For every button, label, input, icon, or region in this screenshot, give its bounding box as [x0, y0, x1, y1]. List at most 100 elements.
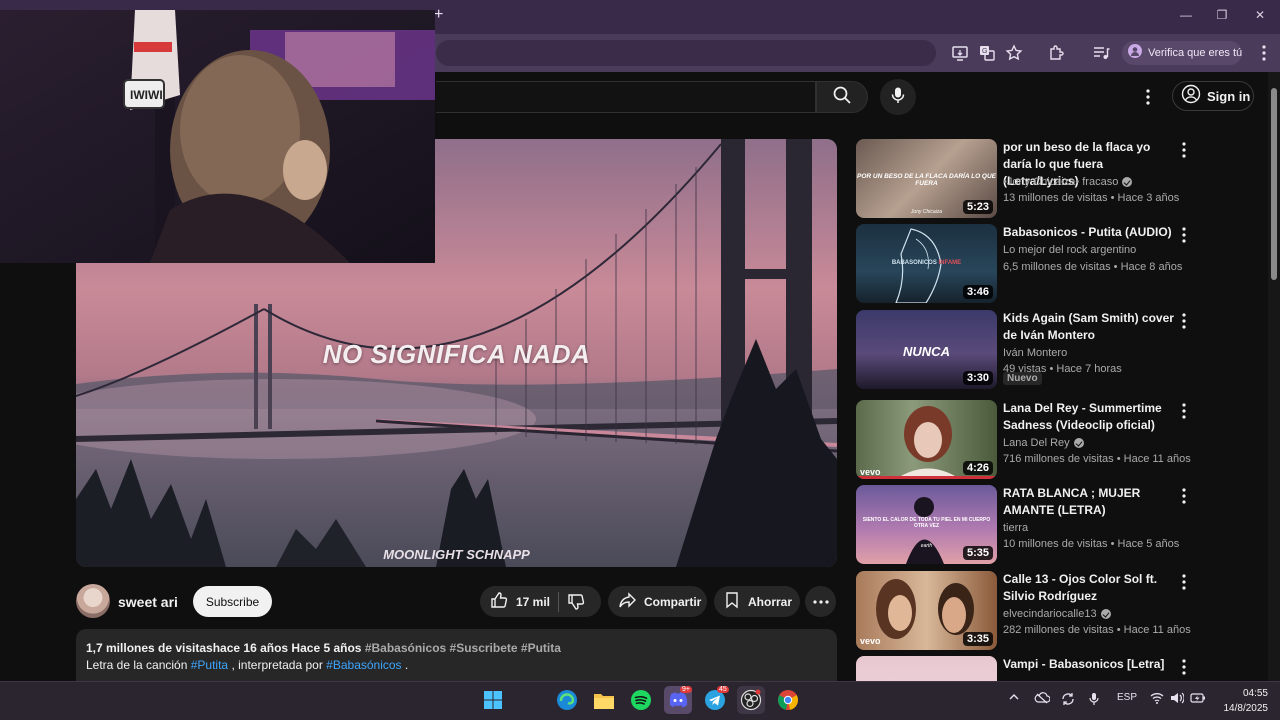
- minimize-icon[interactable]: —: [1176, 8, 1196, 26]
- sign-in-button[interactable]: Sign in: [1172, 81, 1254, 111]
- save-button[interactable]: Ahorrar: [714, 586, 800, 617]
- video-thumbnail[interactable]: POR UN BESO DE LA FLACA DARÍA LO QUE FUE…: [856, 139, 997, 218]
- telegram-icon[interactable]: 45: [701, 686, 729, 714]
- kebab-menu-icon[interactable]: [1178, 573, 1190, 591]
- windows-start-icon[interactable]: [479, 686, 507, 714]
- volume-icon[interactable]: [1170, 692, 1185, 707]
- kebab-menu-icon[interactable]: [1178, 487, 1190, 505]
- new-badge: Nuevo: [1003, 372, 1042, 385]
- video-duration: 4:26: [962, 461, 993, 475]
- thumbnail-text: BABASONICOS INFAME: [891, 260, 962, 266]
- scrollbar-thumb[interactable]: [1271, 88, 1277, 280]
- video-thumbnail[interactable]: [856, 656, 997, 681]
- kebab-menu-icon[interactable]: [1178, 226, 1190, 244]
- bookmark-star-icon[interactable]: [1004, 43, 1024, 63]
- wifi-icon[interactable]: [1150, 692, 1164, 707]
- channel-avatar[interactable]: [76, 584, 110, 618]
- kebab-menu-icon[interactable]: [1178, 312, 1190, 330]
- subscribe-button[interactable]: Subscribe: [193, 586, 272, 617]
- video-thumbnail[interactable]: BABASONICOS INFAME 3:46: [856, 224, 997, 303]
- clock-date[interactable]: 14/8/2025: [1218, 703, 1269, 714]
- kebab-menu-icon[interactable]: [1178, 141, 1190, 159]
- video-title[interactable]: Lana Del Rey - Summertime Sadness (Video…: [1003, 400, 1175, 434]
- video-duration: 3:35: [962, 632, 993, 646]
- settings-more-icon[interactable]: [1138, 85, 1158, 109]
- translate-icon[interactable]: G: [977, 43, 997, 63]
- chrome-icon[interactable]: [774, 686, 802, 714]
- share-icon: [618, 591, 636, 612]
- description-line-2: Letra de la canción #Putita , interpreta…: [86, 657, 827, 674]
- channel-name[interactable]: sweet ari: [118, 594, 178, 610]
- hashtag-link-putita[interactable]: #Putita: [191, 658, 228, 672]
- like-dislike-group: 17 mil: [480, 586, 601, 617]
- video-thumbnail[interactable]: vevo 4:26: [856, 400, 997, 479]
- video-thumbnail[interactable]: vevo 3:35: [856, 571, 997, 650]
- verified-icon: [1073, 438, 1084, 448]
- video-channel[interactable]: Lo mejor del rock argentino: [1003, 244, 1136, 256]
- description-text: , interpretada por: [228, 658, 327, 672]
- microphone-icon: [889, 86, 907, 109]
- voice-search-button[interactable]: [880, 79, 916, 115]
- show-hidden-icons[interactable]: [1008, 692, 1020, 705]
- obs-icon[interactable]: [737, 686, 765, 714]
- video-channel[interactable]: Iván Montero: [1003, 347, 1067, 359]
- maximize-icon[interactable]: ❐: [1212, 8, 1232, 26]
- related-video-item[interactable]: Vampi - Babasonicos [Letra]: [856, 656, 1196, 681]
- install-app-icon[interactable]: [950, 43, 970, 63]
- related-video-item[interactable]: POR UN BESO DE LA FLACA DARÍA LO QUE FUE…: [856, 139, 1196, 219]
- video-title[interactable]: RATA BLANCA ; MUJER AMANTE (LETRA): [1003, 485, 1175, 519]
- address-bar[interactable]: [436, 40, 936, 66]
- more-horizontal-icon: [812, 599, 829, 604]
- profile-icon: [1128, 43, 1142, 63]
- browser-menu-icon[interactable]: [1254, 43, 1274, 63]
- video-thumbnail[interactable]: SIENTO EL CALOR DE TODA TU PIEL EN MI CU…: [856, 485, 997, 564]
- webcam-overlay: IWIWI: [0, 10, 435, 263]
- verify-profile-button[interactable]: Verifica que eres tú: [1122, 41, 1242, 65]
- video-channel[interactable]: elvecindariocalle13: [1003, 608, 1111, 620]
- video-channel[interactable]: tierra: [1003, 522, 1028, 534]
- video-description[interactable]: 1,7 millones de visitashace 16 años Hace…: [76, 629, 837, 681]
- video-title[interactable]: Kids Again (Sam Smith) cover de Iván Mon…: [1003, 310, 1175, 344]
- kebab-menu-icon[interactable]: [1178, 658, 1190, 676]
- spotify-icon[interactable]: [627, 686, 655, 714]
- video-channel[interactable]: •Jony Chicaiza• fracaso: [1003, 176, 1133, 188]
- svg-text:G: G: [982, 48, 987, 55]
- description-text: .: [401, 658, 409, 672]
- video-title[interactable]: Calle 13 - Ojos Color Sol ft. Silvio Rod…: [1003, 571, 1175, 605]
- like-button[interactable]: 17 mil: [480, 586, 550, 617]
- battery-icon[interactable]: [1190, 692, 1206, 707]
- search-input[interactable]: [436, 81, 816, 113]
- video-title[interactable]: Vampi - Babasonicos [Letra]: [1003, 656, 1175, 673]
- discord-icon[interactable]: 9+: [664, 686, 692, 714]
- sync-icon[interactable]: [1061, 692, 1075, 709]
- video-title[interactable]: Babasonicos - Putita (AUDIO): [1003, 224, 1175, 241]
- input-language[interactable]: ESP: [1117, 692, 1137, 703]
- related-video-item[interactable]: BABASONICOS INFAME 3:46 Babasonicos - Pu…: [856, 224, 1196, 304]
- media-control-icon[interactable]: [1091, 43, 1111, 63]
- search-button[interactable]: [816, 81, 868, 113]
- new-tab-button[interactable]: +: [434, 6, 450, 26]
- clock-time[interactable]: 04:55: [1228, 688, 1268, 699]
- video-watermark: MOONLIGHT SCHNAPP: [383, 547, 530, 562]
- extensions-icon[interactable]: [1046, 43, 1066, 63]
- related-video-item[interactable]: NUNCA 3:30 Kids Again (Sam Smith) cover …: [856, 310, 1196, 390]
- video-thumbnail[interactable]: NUNCA 3:30: [856, 310, 997, 389]
- hashtag-link-babasonicos[interactable]: #Babasónicos: [326, 658, 401, 672]
- onedrive-icon[interactable]: [1034, 692, 1051, 707]
- related-video-item[interactable]: vevo 4:26 Lana Del Rey - Summertime Sadn…: [856, 400, 1196, 480]
- thumbnail-text: POR UN BESO DE LA FLACA DARÍA LO QUE FUE…: [856, 173, 997, 187]
- kebab-menu-icon[interactable]: [1178, 402, 1190, 420]
- close-window-icon[interactable]: ✕: [1250, 8, 1270, 26]
- file-explorer-icon[interactable]: [590, 686, 618, 714]
- microphone-tray-icon[interactable]: [1088, 692, 1100, 709]
- related-video-item[interactable]: SIENTO EL CALOR DE TODA TU PIEL EN MI CU…: [856, 485, 1196, 565]
- watched-progress: [856, 476, 997, 479]
- share-button[interactable]: Compartir: [608, 586, 707, 617]
- more-actions-button[interactable]: [805, 586, 836, 617]
- dislike-button[interactable]: [567, 586, 593, 617]
- vevo-logo: vevo: [860, 636, 881, 646]
- related-video-item[interactable]: vevo 3:35 Calle 13 - Ojos Color Sol ft. …: [856, 571, 1196, 651]
- edge-browser-icon[interactable]: [553, 686, 581, 714]
- video-channel[interactable]: Lana Del Rey: [1003, 437, 1084, 449]
- hashtags[interactable]: #Babasónicos #Suscribete #Putita: [365, 641, 561, 655]
